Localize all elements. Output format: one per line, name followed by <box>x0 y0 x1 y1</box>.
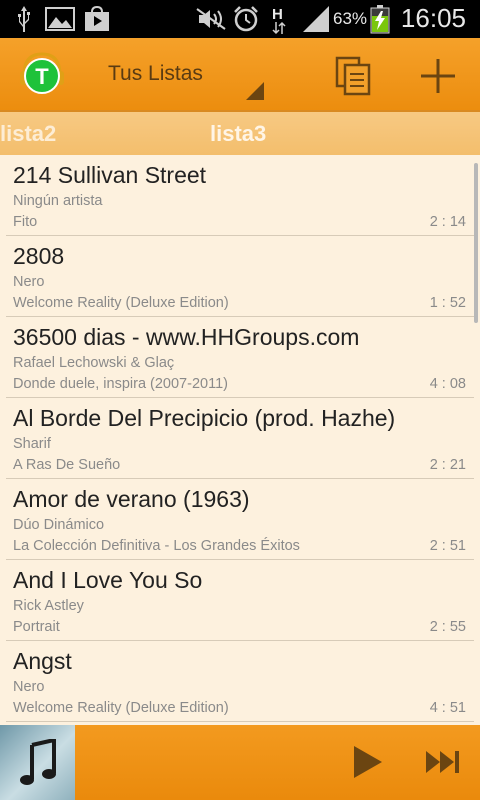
image-icon <box>44 4 76 34</box>
album-art[interactable] <box>0 725 75 800</box>
song-list[interactable]: 214 Sullivan Street Ningún artista Fito … <box>0 155 480 725</box>
song-album: A Ras De Sueño <box>13 457 121 473</box>
song-title: 36500 dias - www.HHGroups.com <box>13 324 360 350</box>
status-bar: H 63% 16:05 <box>0 0 480 38</box>
song-duration: 2 : 21 <box>429 457 466 473</box>
playlist-tabs: lista2 lista3 <box>0 110 480 155</box>
play-button[interactable] <box>344 739 390 785</box>
song-title: Amor de verano (1963) <box>13 486 250 512</box>
copy-button[interactable] <box>332 54 376 98</box>
song-row[interactable]: Al Borde Del Precipicio (prod. Hazhe) Sh… <box>0 398 480 479</box>
song-album: Fito <box>13 214 38 230</box>
song-title: 214 Sullivan Street <box>13 162 207 188</box>
song-artist: Nero <box>13 679 45 695</box>
data-arrows-icon <box>272 20 286 36</box>
list-scrollbar[interactable] <box>474 163 478 323</box>
tab-lista2[interactable]: lista2 <box>0 121 56 147</box>
action-bar: T Tus Listas <box>0 38 480 110</box>
song-row[interactable]: Angst Nero Welcome Reality (Deluxe Editi… <box>0 641 480 722</box>
alarm-icon <box>231 4 261 34</box>
store-icon <box>82 4 112 34</box>
page-title[interactable]: Tus Listas <box>108 62 203 86</box>
music-note-icon <box>19 738 56 785</box>
song-duration: 2 : 55 <box>429 619 466 635</box>
song-duration: 1 : 52 <box>429 295 466 311</box>
song-artist: Nero <box>13 274 45 290</box>
usb-icon <box>12 4 36 34</box>
tab-lista3[interactable]: lista3 <box>210 121 266 147</box>
song-album: Portrait <box>13 619 60 635</box>
add-icon <box>421 59 455 93</box>
skip-next-icon <box>426 751 459 773</box>
app-logo-icon[interactable]: T <box>18 49 66 97</box>
song-row[interactable]: And I Love You So Rick Astley Portrait 2… <box>0 560 480 641</box>
song-album: Welcome Reality (Deluxe Edition) <box>13 295 229 311</box>
song-row[interactable]: Amor de verano (1963) Dúo Dinámico La Co… <box>0 479 480 560</box>
song-artist: Rafael Lechowski & Glaç <box>13 355 175 371</box>
status-clock: 16:05 <box>400 3 466 33</box>
logo-letter: T <box>35 64 49 89</box>
song-duration: 4 : 08 <box>429 376 466 392</box>
song-row[interactable]: 2808 Nero Welcome Reality (Deluxe Editio… <box>0 236 480 317</box>
song-row[interactable]: 36500 dias - www.HHGroups.com Rafael Lec… <box>0 317 480 398</box>
song-row[interactable]: 214 Sullivan Street Ningún artista Fito … <box>0 155 480 236</box>
player-bar <box>0 725 480 800</box>
song-title: Angst <box>13 648 72 674</box>
row-divider <box>6 721 474 722</box>
song-album: La Colección Definitiva - Los Grandes Éx… <box>13 538 300 554</box>
song-artist: Sharif <box>13 436 51 452</box>
song-title: And I Love You So <box>13 567 203 593</box>
battery-icon <box>369 4 391 34</box>
song-title: Al Borde Del Precipicio (prod. Hazhe) <box>13 405 396 431</box>
battery-percent: 63% <box>333 9 368 28</box>
song-artist: Dúo Dinámico <box>13 517 105 533</box>
song-album: Welcome Reality (Deluxe Edition) <box>13 700 229 716</box>
song-duration: 2 : 51 <box>429 538 466 554</box>
song-artist: Ningún artista <box>13 193 103 209</box>
add-button[interactable] <box>416 54 460 98</box>
song-title: 2808 <box>13 243 65 269</box>
copy-icon <box>335 56 371 96</box>
spinner-dropdown-icon[interactable] <box>246 82 264 100</box>
song-album: Donde duele, inspira (2007-2011) <box>13 376 228 392</box>
play-icon <box>354 746 382 778</box>
song-duration: 2 : 14 <box>429 214 466 230</box>
song-artist: Rick Astley <box>13 598 84 614</box>
song-duration: 4 : 51 <box>429 700 466 716</box>
signal-icon <box>300 4 332 34</box>
skip-next-button[interactable] <box>420 739 466 785</box>
mute-icon <box>194 4 228 34</box>
